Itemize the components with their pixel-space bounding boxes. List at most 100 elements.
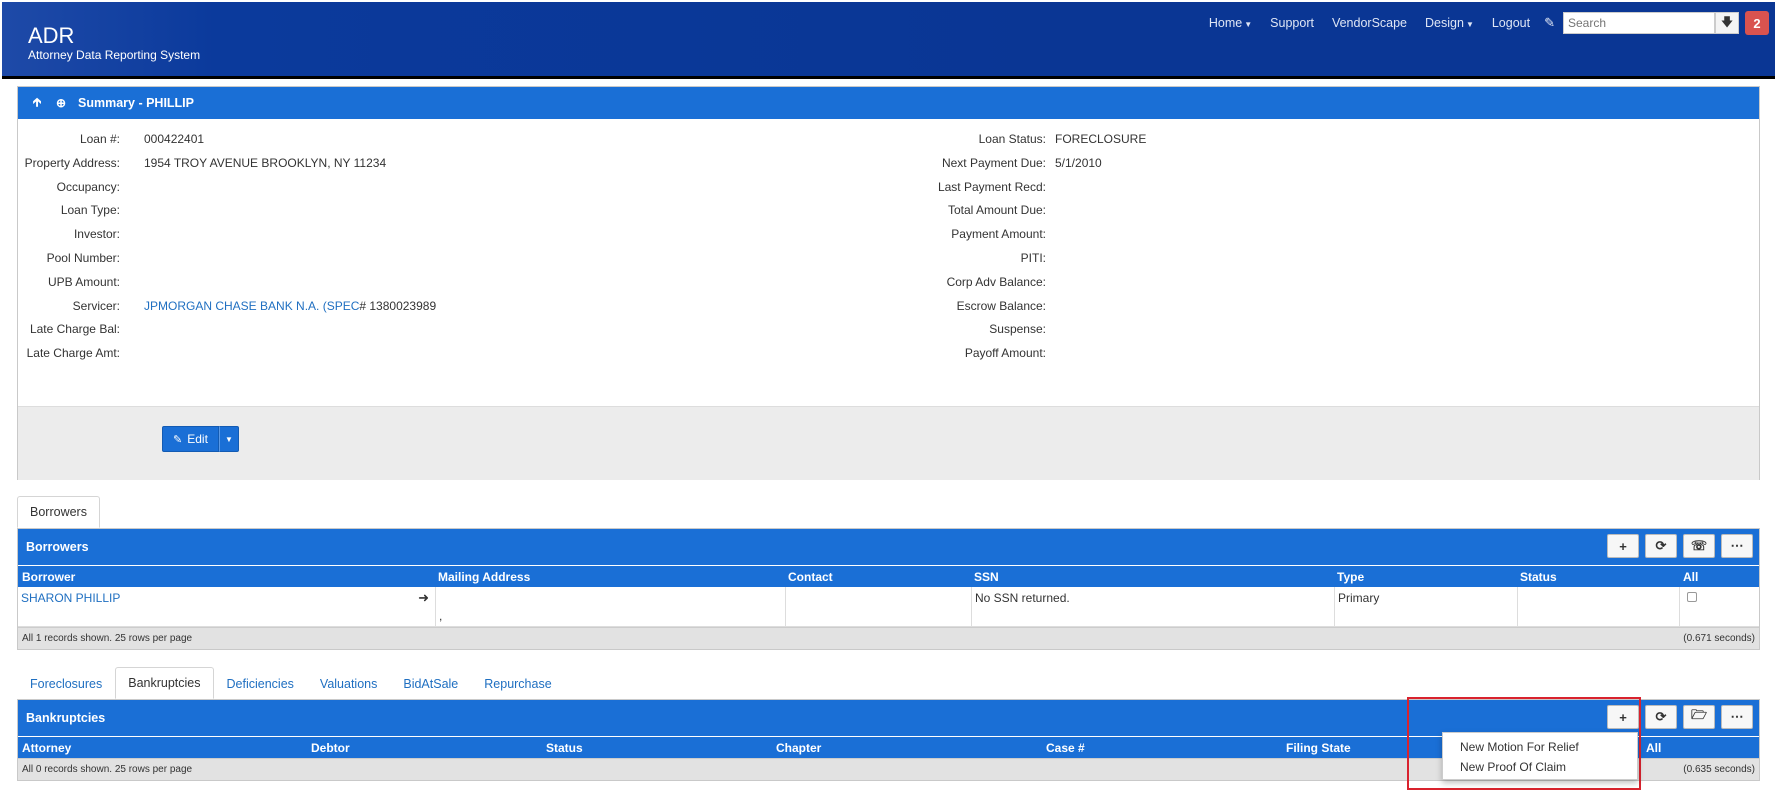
search-download-button[interactable]: 🡇 <box>1715 12 1739 34</box>
top-navbar: ADR Attorney Data Reporting System Home ▼… <box>2 2 1775 79</box>
field-label: Loan #: <box>79 132 120 146</box>
field-label: Payoff Amount: <box>964 346 1046 360</box>
column-header[interactable]: Contact <box>788 570 833 584</box>
summary-fields: Loan #: 000422401 Property Address: 1954… <box>18 119 1759 406</box>
chevron-down-icon: ▼ <box>224 434 233 444</box>
field-label: Late Charge Bal: <box>29 322 120 336</box>
edit-label: Edit <box>187 432 208 446</box>
column-header[interactable]: Status <box>546 741 583 755</box>
phone-button[interactable]: ☏ <box>1683 534 1715 558</box>
nav-links: Home ▼ Support VendorScape Design ▼ Logout… <box>1209 11 1775 35</box>
column-header[interactable]: Case # <box>1046 741 1085 755</box>
add-borrower-button[interactable]: + <box>1607 534 1639 558</box>
row-checkbox[interactable] <box>1687 592 1697 602</box>
notification-badge[interactable]: 2 <box>1745 11 1769 35</box>
column-header[interactable]: All <box>1646 741 1661 755</box>
more-button[interactable]: ⋯ <box>1721 705 1753 729</box>
nav-design[interactable]: Design ▼ <box>1425 16 1474 30</box>
column-header[interactable]: Chapter <box>776 741 821 755</box>
field-label: PITI: <box>1020 251 1046 265</box>
edit-button-group: ✎ Edit ▼ <box>162 426 239 452</box>
add-bankruptcy-menu: New Motion For Relief New Proof Of Claim <box>1442 732 1638 780</box>
borrower-link[interactable]: SHARON PHILLIP <box>21 591 120 605</box>
tab-bidatsale[interactable]: BidAtSale <box>390 667 471 699</box>
field-label: Escrow Balance: <box>956 299 1046 313</box>
borrower-tabs: Borrowers <box>17 496 100 528</box>
column-header[interactable]: Status <box>1520 570 1557 584</box>
folder-button[interactable]: 🗁 <box>1683 705 1715 729</box>
plus-circle-icon[interactable]: ⊕ <box>54 96 68 110</box>
borrowers-footer: All 1 records shown. 25 rows per page (0… <box>18 627 1759 649</box>
nav-design-label: Design <box>1425 16 1464 30</box>
edit-dropdown-toggle[interactable]: ▼ <box>218 426 239 452</box>
field-label: Occupancy: <box>56 180 120 194</box>
field-label: Loan Status: <box>978 132 1046 146</box>
case-tabs: Foreclosures Bankruptcies Deficiencies V… <box>17 667 565 699</box>
column-header[interactable]: Mailing Address <box>438 570 530 584</box>
column-header[interactable]: All <box>1683 570 1698 584</box>
field-value: FORECLOSURE <box>1055 132 1147 146</box>
borrowers-toolbar: + ⟳ ☏ ⋯ <box>1601 534 1753 558</box>
refresh-icon: ⟳ <box>1655 538 1667 553</box>
column-header[interactable]: Attorney <box>22 741 71 755</box>
borrower-cell: SHARON PHILLIP ➜ <box>18 587 436 627</box>
field-label: Servicer: <box>72 299 120 313</box>
records-count: All 0 records shown. 25 rows per page <box>22 764 193 775</box>
summary-actions-bar: ✎ Edit ▼ <box>18 406 1759 480</box>
tab-borrowers[interactable]: Borrowers <box>17 496 100 528</box>
menu-item-new-proof-of-claim[interactable]: New Proof Of Claim <box>1443 757 1637 777</box>
column-header[interactable]: Debtor <box>311 741 350 755</box>
field-label: Next Payment Due: <box>941 156 1046 170</box>
field-label: Corp Adv Balance: <box>946 275 1046 289</box>
field-value: 000422401 <box>144 132 205 146</box>
edit-icon[interactable]: ✎ <box>1544 15 1555 31</box>
type-cell: Primary <box>1335 587 1518 627</box>
more-icon: ⋯ <box>1730 538 1744 553</box>
field-label: Investor: <box>73 227 120 241</box>
tab-repurchase[interactable]: Repurchase <box>471 667 564 699</box>
field-value: 1954 TROY AVENUE BROOKLYN, NY 11234 <box>144 156 387 170</box>
table-row: SHARON PHILLIP ➜ , No SSN returned. Prim… <box>18 587 1759 627</box>
nav-support[interactable]: Support <box>1270 16 1314 30</box>
plus-icon: + <box>1619 538 1627 554</box>
chevron-down-icon: ▼ <box>1244 20 1253 29</box>
refresh-button[interactable]: ⟳ <box>1645 705 1677 729</box>
tab-bankruptcies[interactable]: Bankruptcies <box>115 667 214 699</box>
edit-button[interactable]: ✎ Edit <box>162 426 219 452</box>
tab-foreclosures[interactable]: Foreclosures <box>17 667 115 699</box>
ssn-cell: No SSN returned. <box>972 587 1335 627</box>
field-label: Pool Number: <box>46 251 120 265</box>
column-header[interactable]: SSN <box>974 570 999 584</box>
field-label: Loan Type: <box>60 203 120 217</box>
load-time: (0.635 seconds) <box>1683 764 1755 775</box>
field-label: Property Address: <box>24 156 120 170</box>
tab-valuations[interactable]: Valuations <box>307 667 390 699</box>
column-header[interactable]: Borrower <box>22 570 75 584</box>
column-header[interactable]: Filing State <box>1286 741 1351 755</box>
arrow-up-icon[interactable]: 🡱 <box>30 93 44 114</box>
field-value: 5/1/2010 <box>1055 156 1102 170</box>
menu-item-new-motion-for-relief[interactable]: New Motion For Relief <box>1443 737 1637 757</box>
records-count: All 1 records shown. 25 rows per page <box>22 633 193 644</box>
brand-subtitle: Attorney Data Reporting System <box>28 48 201 62</box>
nav-logout[interactable]: Logout <box>1492 16 1530 30</box>
chevron-down-icon: ▼ <box>1465 20 1474 29</box>
arrow-right-icon[interactable]: ➜ <box>418 590 429 606</box>
tab-deficiencies[interactable]: Deficiencies <box>214 667 307 699</box>
phone-icon: ☏ <box>1690 538 1708 553</box>
borrowers-panel: Borrowers + ⟳ ☏ ⋯ Borrower Mailing Addre… <box>17 528 1760 650</box>
nav-vendorscape[interactable]: VendorScape <box>1332 16 1407 30</box>
borrowers-column-headers: Borrower Mailing Address Contact SSN Typ… <box>18 565 1759 587</box>
refresh-icon: ⟳ <box>1655 709 1667 724</box>
servicer-link[interactable]: JPMORGAN CHASE BANK N.A. (SPEC <box>144 299 359 313</box>
select-cell <box>1680 587 1760 627</box>
refresh-button[interactable]: ⟳ <box>1645 534 1677 558</box>
field-label: Payment Amount: <box>951 227 1046 241</box>
field-value: JPMORGAN CHASE BANK N.A. (SPEC# 13800239… <box>144 299 436 313</box>
column-header[interactable]: Type <box>1337 570 1364 584</box>
search-input[interactable] <box>1563 12 1715 34</box>
nav-home[interactable]: Home ▼ <box>1209 16 1252 30</box>
borrowers-title: Borrowers <box>26 540 89 554</box>
brand[interactable]: ADR Attorney Data Reporting System <box>28 24 201 63</box>
more-button[interactable]: ⋯ <box>1721 534 1753 558</box>
